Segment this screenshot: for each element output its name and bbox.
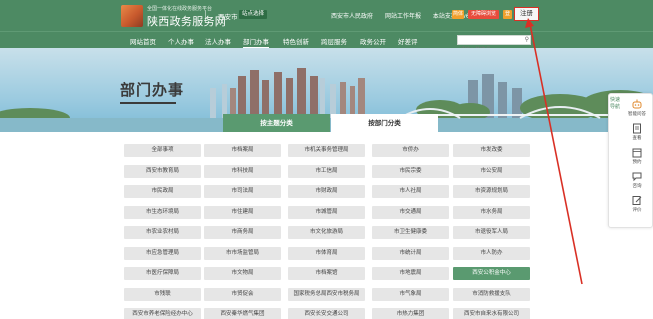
category-item[interactable]: 市市场监管局 — [204, 246, 281, 260]
tab-by-theme[interactable]: 按主题分类 — [223, 114, 330, 132]
category-item[interactable]: 市气象局 — [372, 287, 449, 301]
category-item[interactable]: 市财政局 — [288, 185, 365, 198]
category-item[interactable]: 西安市教育局 — [124, 164, 201, 178]
accessibility-button[interactable]: 无障碍浏览 — [468, 10, 500, 19]
quick-nav-smart-qa-label: 智能问答 — [628, 112, 646, 117]
quick-nav-consult[interactable]: 咨询 — [623, 171, 651, 189]
category-item[interactable]: 市人社局 — [372, 185, 449, 198]
category-item[interactable]: 市消防救援支队 — [453, 287, 530, 301]
quick-nav-evaluate[interactable]: 评价 — [623, 195, 651, 213]
category-item[interactable]: 市农业农村局 — [124, 226, 201, 239]
category-item[interactable]: 市公安局 — [453, 164, 530, 178]
category-item[interactable]: 市热力集团 — [372, 308, 449, 319]
top-link-annual-report[interactable]: 网站工作年报 — [385, 13, 421, 20]
category-item[interactable]: 市侨办 — [372, 144, 449, 157]
quick-nav-panel: 快速导航 智能问答 查看 预约 咨询 评价 — [608, 93, 653, 228]
department-category-panel: 全部事项 市档案局 市机关事务管理局 市侨办 市发改委西安市教育局 市科技局 市工信局 市民宗… — [112, 132, 542, 319]
category-item[interactable]: 市民宗委 — [372, 164, 449, 178]
category-item[interactable]: 市商务局 — [204, 226, 281, 239]
category-item[interactable]: 市资源规划局 — [453, 185, 530, 198]
site-name[interactable]: 陕西政务服务网 — [147, 13, 226, 29]
category-item[interactable]: 市发改委 — [453, 144, 530, 157]
tab-by-department[interactable]: 按部门分类 — [331, 114, 438, 132]
category-item[interactable]: 西安长安交通公司 — [288, 308, 365, 319]
banner-underline — [120, 102, 176, 104]
nav-search-box: ⚲ — [457, 35, 531, 54]
main-nav: 网站首页 个人办事 法人办事 部门办事 特色创新 跨层服务 政务公开 好差评 ⚲ — [0, 31, 653, 54]
category-item[interactable]: 市文化旅游局 — [288, 226, 365, 239]
category-item[interactable]: 市贸促会 — [204, 287, 281, 301]
top-link-government[interactable]: 西安市人民政府 — [331, 13, 373, 20]
category-item[interactable]: 国家税务总局西安市税务局 — [288, 287, 365, 301]
category-item[interactable]: 市医疗保障局 — [124, 267, 201, 280]
nav-corporate[interactable]: 法人办事 — [205, 36, 231, 46]
category-item[interactable]: 西安秦华燃气集团 — [204, 308, 281, 319]
category-item[interactable]: 市残联 — [124, 287, 201, 301]
robot-icon — [632, 99, 642, 109]
quick-nav-smart-qa[interactable]: 智能问答 — [623, 99, 651, 117]
category-item[interactable]: 西安市自来水有限公司 — [453, 308, 530, 319]
nav-department[interactable]: 部门办事 — [243, 36, 269, 48]
category-item[interactable]: 市交通局 — [372, 205, 449, 219]
category-item[interactable]: 市水务局 — [453, 205, 530, 219]
register-button[interactable]: 注册 — [514, 7, 539, 21]
current-city: 西安市 — [218, 13, 238, 21]
category-item[interactable]: 西安市养老保险经办中心 — [124, 308, 201, 319]
quick-nav-evaluate-label: 评价 — [632, 208, 642, 213]
category-item[interactable]: 市城管局 — [288, 205, 365, 219]
category-item[interactable]: 西安公积金中心 — [453, 267, 530, 280]
category-item[interactable]: 市文物局 — [204, 267, 281, 280]
quick-nav-view-label: 查看 — [632, 136, 642, 141]
category-item[interactable]: 市工信局 — [288, 164, 365, 178]
site-logo-icon[interactable] — [121, 5, 143, 27]
category-item[interactable]: 市应急管理局 — [124, 246, 201, 260]
category-item[interactable]: 市科技局 — [204, 164, 281, 178]
document-icon — [633, 123, 641, 134]
quick-nav-view[interactable]: 查看 — [623, 123, 651, 141]
quick-nav-appointment-label: 预约 — [632, 160, 642, 165]
simplified-chinese-button[interactable]: 简体 — [452, 10, 464, 19]
category-item[interactable]: 市体育局 — [288, 246, 365, 260]
category-item[interactable]: 市机关事务管理局 — [288, 144, 365, 157]
site-switch-button[interactable]: 站点选择 — [239, 10, 268, 19]
category-item[interactable]: 市档案馆 — [288, 267, 365, 280]
header-divider — [205, 10, 206, 22]
nav-public-affairs[interactable]: 政务公开 — [360, 36, 386, 46]
quick-nav-consult-label: 咨询 — [632, 184, 642, 189]
site-tagline: 全国一体化在线政务服务平台 — [147, 6, 213, 12]
category-item[interactable]: 市人防办 — [453, 246, 530, 260]
category-item[interactable]: 市统计局 — [372, 246, 449, 260]
category-item[interactable]: 市民政局 — [124, 185, 201, 198]
category-item[interactable]: 市退役军人局 — [453, 226, 530, 239]
search-icon[interactable]: ⚲ — [525, 36, 529, 43]
edit-icon — [632, 196, 642, 205]
category-item[interactable]: 市生态环境局 — [124, 205, 201, 219]
nav-personal[interactable]: 个人办事 — [168, 36, 194, 46]
page: 全国一体化在线政务服务平台 陕西政务服务网 西安市 站点选择 西安市人民政府 网… — [0, 0, 653, 319]
category-item[interactable]: 全部事项 — [124, 144, 201, 157]
category-item[interactable]: 市档案局 — [204, 144, 281, 157]
login-button[interactable]: 登 — [503, 10, 512, 19]
chat-icon — [632, 172, 642, 182]
quick-nav-label: 快速导航 — [610, 97, 621, 110]
nav-evaluation[interactable]: 好差评 — [398, 36, 418, 46]
nav-innovation[interactable]: 特色创新 — [283, 36, 309, 46]
nav-home[interactable]: 网站首页 — [130, 36, 156, 46]
category-item[interactable]: 市司法局 — [204, 185, 281, 198]
category-item[interactable]: 市卫生健康委 — [372, 226, 449, 239]
calendar-icon — [632, 148, 642, 158]
header-bar: 全国一体化在线政务服务平台 陕西政务服务网 西安市 站点选择 西安市人民政府 网… — [0, 0, 653, 31]
nav-cross-level[interactable]: 跨层服务 — [321, 36, 347, 46]
quick-nav-appointment[interactable]: 预约 — [623, 147, 651, 165]
category-item[interactable]: 市地震局 — [372, 267, 449, 280]
banner-title: 部门办事 — [120, 81, 185, 99]
category-item[interactable]: 市住建局 — [204, 205, 281, 219]
